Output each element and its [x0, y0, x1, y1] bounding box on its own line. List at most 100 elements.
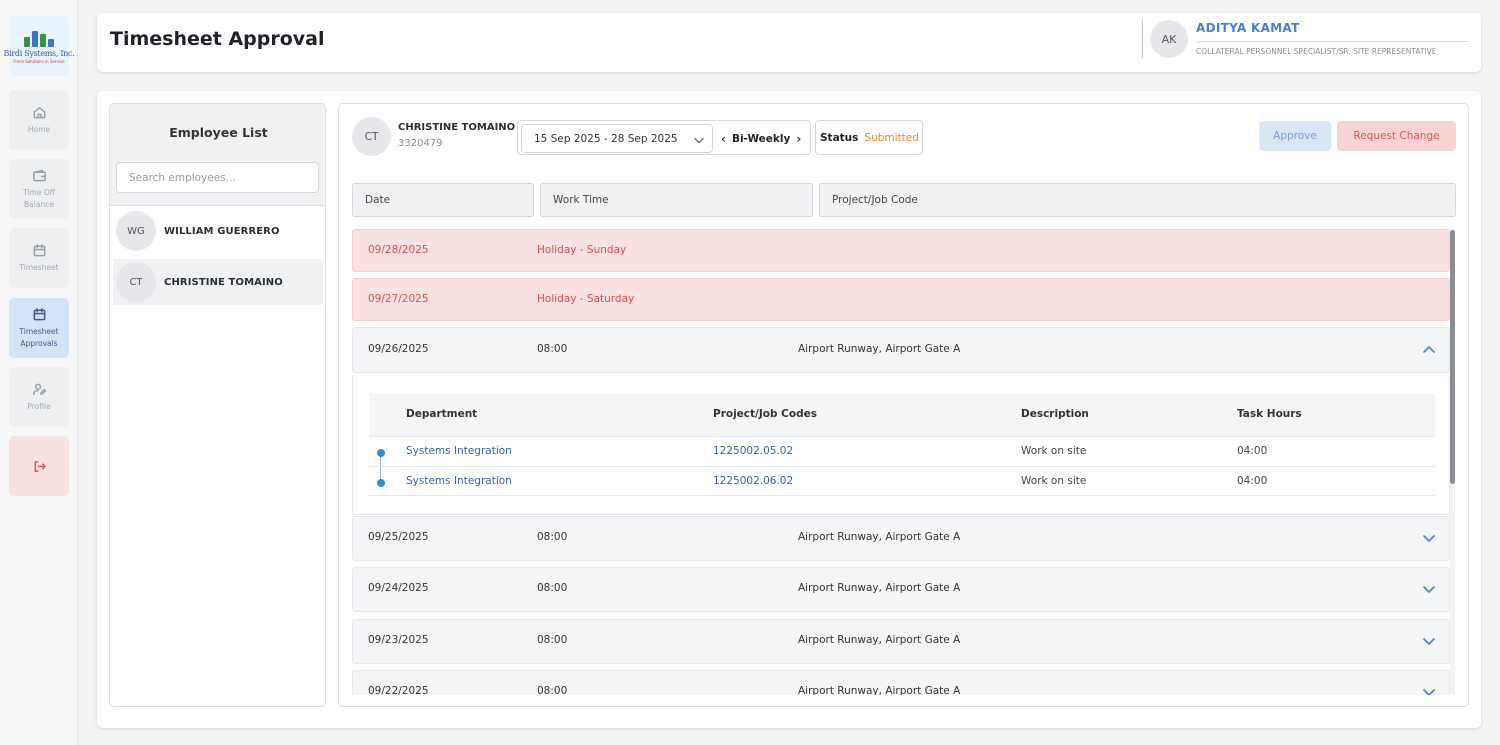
timeline-dot-icon — [377, 449, 385, 457]
employee-item-christine-tomaino[interactable]: CT CHRISTINE TOMAINO — [113, 259, 323, 305]
logout-button[interactable] — [9, 436, 69, 496]
employee-item-william-guerrero[interactable]: WG WILLIAM GUERRERO — [113, 208, 323, 254]
avatar: CT — [352, 117, 391, 156]
header-divider — [1142, 19, 1143, 59]
sidebar-item-home[interactable]: Home — [9, 90, 69, 150]
chevron-down-icon[interactable] — [1421, 530, 1437, 546]
column-header-work-time[interactable]: Work Time — [540, 183, 813, 217]
table-row[interactable]: 09/22/2025 08:00 Airport Runway, Airport… — [352, 670, 1450, 695]
sidebar-item-label: Time Off Balance — [23, 187, 55, 209]
approve-button[interactable]: Approve — [1259, 121, 1331, 151]
status-value: Submitted — [864, 131, 919, 144]
row-work-time: Holiday - Sunday — [537, 244, 627, 256]
row-work-time: 08:00 — [537, 634, 568, 646]
sidebar-item-label: Timesheet Approvals — [19, 326, 59, 348]
column-header-project[interactable]: Project/Job Code — [819, 183, 1456, 217]
table-row[interactable]: 09/23/2025 08:00 Airport Runway, Airport… — [352, 619, 1450, 664]
chevron-down-icon[interactable] — [1421, 633, 1437, 649]
user-divider — [1196, 41, 1469, 42]
sidebar-item-time-off-balance[interactable]: Time Off Balance — [9, 159, 69, 219]
sidebar: Birdi Systems, Inc. Fresh Solutions in S… — [0, 0, 78, 745]
row-work-time: 08:00 — [537, 685, 568, 695]
row-date: 09/22/2025 — [368, 685, 429, 695]
sidebar-item-timesheet-approvals[interactable]: Timesheet Approvals — [9, 298, 69, 358]
logo-tagline: Fresh Solutions in Service — [13, 58, 65, 64]
sidebar-item-profile[interactable]: Profile — [9, 367, 69, 427]
row-work-time: Holiday - Saturday — [537, 293, 635, 305]
row-project: Airport Runway, Airport Gate A — [798, 343, 961, 355]
detail-description: Work on site — [1021, 445, 1087, 457]
period-dropdown[interactable]: 15 Sep 2025 - 28 Sep 2025 — [521, 124, 713, 153]
detail-description: Work on site — [1021, 475, 1087, 487]
detail-code: 1225002.05.02 — [713, 445, 794, 457]
row-project: Airport Runway, Airport Gate A — [798, 582, 961, 594]
row-project: Airport Runway, Airport Gate A — [798, 685, 961, 695]
user-edit-icon — [32, 383, 46, 395]
table-row-holiday: 09/27/2025 Holiday - Saturday — [352, 278, 1450, 321]
main-content: Employee List WG WILLIAM GUERRERO CT CHR… — [97, 91, 1481, 728]
detail-col-codes: Project/Job Codes — [713, 408, 817, 420]
sidebar-item-label: Timesheet — [19, 262, 59, 272]
timeline-dot-icon — [377, 479, 385, 487]
row-date: 09/25/2025 — [368, 531, 429, 543]
row-date: 09/23/2025 — [368, 634, 429, 646]
employee-list-header: Employee List — [110, 104, 325, 206]
wallet-icon — [32, 169, 46, 181]
detail-table-header: Department Project/Job Codes Description… — [369, 394, 1435, 436]
detail-col-hours: Task Hours — [1237, 408, 1302, 420]
detail-hours: 04:00 — [1237, 445, 1268, 457]
period-value: 15 Sep 2025 - 28 Sep 2025 — [534, 132, 678, 145]
row-work-time: 08:00 — [537, 582, 568, 594]
page-title: Timesheet Approval — [110, 28, 325, 50]
frequency-label: Bi-Weekly — [731, 132, 791, 145]
chevron-down-icon — [694, 137, 704, 144]
row-date: 09/27/2025 — [368, 293, 429, 305]
prev-period-button[interactable]: ‹ — [721, 132, 726, 146]
detail-code: 1225002.06.02 — [713, 475, 794, 487]
table-row-holiday: 09/28/2025 Holiday - Sunday — [352, 229, 1450, 272]
row-work-time: 08:00 — [537, 531, 568, 543]
home-icon — [33, 106, 45, 118]
company-logo[interactable]: Birdi Systems, Inc. Fresh Solutions in S… — [4, 16, 75, 76]
chevron-down-icon[interactable] — [1421, 684, 1437, 695]
sidebar-item-timesheet[interactable]: Timesheet — [9, 228, 69, 288]
detail-row: Systems Integration 1225002.05.02 Work o… — [369, 436, 1435, 466]
employee-name: CHRISTINE TOMAINO — [398, 122, 516, 133]
column-header-date[interactable]: Date — [352, 183, 534, 217]
chevron-up-icon[interactable] — [1421, 342, 1437, 358]
sidebar-item-label: Home — [27, 124, 51, 134]
logo-mark-icon — [24, 29, 54, 47]
detail-department: Systems Integration — [406, 445, 512, 457]
row-date: 09/26/2025 — [368, 343, 429, 355]
avatar: WG — [116, 211, 156, 251]
calendar-icon — [33, 307, 45, 320]
scrollbar-thumb[interactable] — [1450, 230, 1455, 484]
table-row[interactable]: 09/25/2025 08:00 Airport Runway, Airport… — [352, 516, 1450, 561]
timesheet-panel: CT CHRISTINE TOMAINO 3320479 15 Sep 2025… — [338, 103, 1469, 707]
employee-id: 3320479 — [398, 138, 443, 149]
logout-icon — [34, 460, 46, 472]
detail-hours: 04:00 — [1237, 475, 1268, 487]
avatar: CT — [116, 262, 156, 302]
request-change-button[interactable]: Request Change — [1337, 121, 1456, 151]
logo-name: Birdi Systems, Inc. — [3, 48, 75, 58]
detail-col-description: Description — [1021, 408, 1089, 420]
employee-list-panel: Employee List WG WILLIAM GUERRERO CT CHR… — [109, 103, 326, 707]
user-name[interactable]: ADITYA KAMAT — [1196, 21, 1300, 35]
row-project: Airport Runway, Airport Gate A — [798, 634, 961, 646]
row-project: Airport Runway, Airport Gate A — [798, 531, 961, 543]
chevron-down-icon[interactable] — [1421, 581, 1437, 597]
page-header: Timesheet Approval AK ADITYA KAMAT COLLA… — [97, 13, 1481, 72]
table-row-expanded[interactable]: 09/26/2025 08:00 Airport Runway, Airport… — [352, 327, 1450, 373]
detail-col-department: Department — [406, 408, 478, 420]
employee-name: WILLIAM GUERRERO — [164, 225, 280, 237]
user-avatar[interactable]: AK — [1150, 20, 1188, 58]
next-period-button[interactable]: › — [796, 132, 801, 146]
table-row[interactable]: 09/24/2025 08:00 Airport Runway, Airport… — [352, 567, 1450, 612]
user-role: COLLATERAL PERSONNEL SPECIALIST/SR. SITE… — [1196, 47, 1437, 56]
employee-search-input[interactable] — [116, 162, 319, 193]
employee-list-title: Employee List — [169, 125, 268, 140]
row-date: 09/28/2025 — [368, 244, 429, 256]
status-badge: Status Submitted — [815, 120, 923, 155]
status-label: Status — [820, 131, 859, 144]
